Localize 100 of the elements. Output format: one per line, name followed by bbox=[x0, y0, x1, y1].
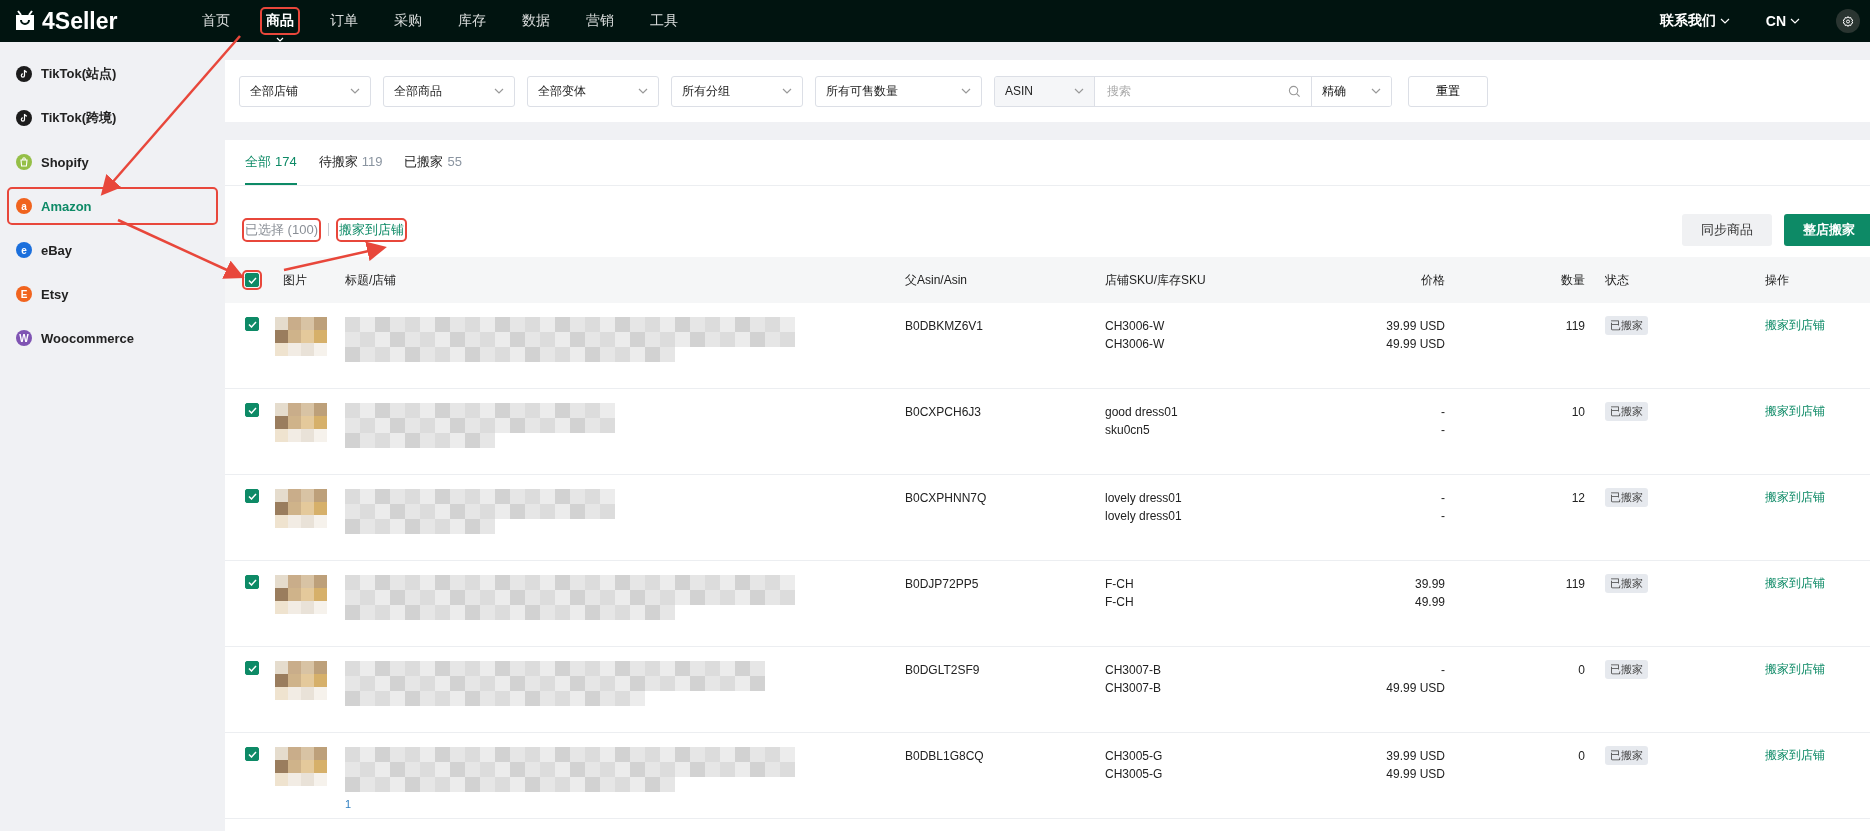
table-cell-text: 49.99 bbox=[1413, 594, 1445, 611]
language-menu[interactable]: CN bbox=[1765, 13, 1800, 29]
platform-label: Amazon bbox=[41, 198, 92, 214]
move-to-store-link[interactable]: 搬家到店铺 bbox=[1745, 575, 1870, 592]
table-cell-text: F-CH bbox=[1105, 576, 1135, 593]
brand-logo-icon: E bbox=[16, 286, 32, 302]
status-tag: 已搬家 bbox=[1605, 660, 1648, 679]
table-cell-text: CH3007-B bbox=[1105, 680, 1163, 697]
reset-button[interactable]: 重置 bbox=[1408, 75, 1488, 107]
status-tag: 已搬家 bbox=[1605, 316, 1648, 335]
table-cell-text: 119 bbox=[1564, 576, 1585, 593]
sidebar-item[interactable]: E Etsy bbox=[10, 278, 215, 310]
chevron-down-icon bbox=[1074, 88, 1084, 94]
move-to-store-link[interactable]: 搬家到店铺 bbox=[1745, 317, 1870, 334]
nav-menu-item[interactable]: 商品 bbox=[263, 10, 297, 32]
filter-select[interactable]: 全部商品 bbox=[383, 75, 515, 107]
table-cell-text: 0 bbox=[1577, 662, 1585, 679]
column-header: 价格 bbox=[1420, 271, 1445, 289]
table-cell-text: 39.99 USD bbox=[1385, 748, 1445, 765]
table-cell-text: B0DJP72PP5 bbox=[905, 576, 980, 593]
table-cell-text: lovely dress01 bbox=[1105, 508, 1183, 525]
nav-menu-item[interactable]: 数据 bbox=[519, 10, 553, 32]
column-header: 状态 bbox=[1604, 271, 1630, 289]
move-to-store-link[interactable]: 搬家到店铺 bbox=[338, 220, 404, 239]
table-cell-text: 0 bbox=[1577, 748, 1585, 765]
table-cell-text: 39.99 bbox=[1413, 576, 1445, 593]
settings-icon bbox=[1842, 14, 1854, 28]
move-to-store-link[interactable]: 搬家到店铺 bbox=[1745, 747, 1870, 764]
column-header: 标题/店铺 bbox=[345, 271, 398, 289]
sidebar-item[interactable]: W Woocommerce bbox=[10, 322, 215, 354]
filter-select[interactable]: 所有分组 bbox=[671, 75, 803, 107]
chevron-down-icon bbox=[1371, 88, 1381, 94]
sidebar-item[interactable]: a Amazon bbox=[10, 190, 215, 222]
nav-menu-item[interactable]: 工具 bbox=[647, 10, 681, 32]
chevron-down-icon bbox=[638, 88, 648, 94]
table-cell-text: B0DBL1G8CQ bbox=[905, 748, 985, 765]
table-cell-text: CH3005-G bbox=[1105, 766, 1164, 783]
table-cell-text: sku0cn5 bbox=[1105, 422, 1151, 439]
brand-logo-icon: a bbox=[16, 198, 32, 214]
sidebar-item[interactable]: Shopify bbox=[10, 146, 215, 178]
column-header: 操作 bbox=[1764, 271, 1790, 289]
caret-icon bbox=[276, 37, 284, 42]
row-checkbox[interactable] bbox=[245, 747, 259, 761]
secondary-button[interactable]: 同步商品 bbox=[1682, 213, 1772, 246]
chevron-down-icon bbox=[350, 88, 360, 94]
row-checkbox[interactable] bbox=[245, 317, 259, 331]
status-tag: 已搬家 bbox=[1605, 746, 1648, 765]
table-cell-text: 12 bbox=[1570, 490, 1585, 507]
table-cell-text: B0CXPHNN7Q bbox=[905, 490, 988, 507]
platform-label: eBay bbox=[41, 242, 73, 258]
move-to-store-link[interactable]: 搬家到店铺 bbox=[1745, 403, 1870, 420]
table-cell-text: - bbox=[1440, 422, 1445, 439]
column-header: 店铺SKU/库存SKU bbox=[1105, 271, 1207, 289]
filter-tab[interactable]: 待搬家 119 bbox=[318, 140, 383, 185]
chevron-down-icon bbox=[494, 88, 504, 94]
filter-tab[interactable]: 已搬家 55 bbox=[404, 140, 462, 185]
chevron-down-icon bbox=[1790, 18, 1800, 24]
select-all-checkbox[interactable] bbox=[245, 273, 259, 287]
row-checkbox[interactable] bbox=[245, 403, 259, 417]
table-cell-text: 10 bbox=[1570, 404, 1585, 421]
move-to-store-link[interactable]: 搬家到店铺 bbox=[1745, 661, 1870, 678]
status-tag: 已搬家 bbox=[1605, 574, 1648, 593]
table-cell-text: 119 bbox=[1564, 318, 1585, 335]
row-checkbox[interactable] bbox=[245, 575, 259, 589]
row-checkbox[interactable] bbox=[245, 489, 259, 503]
contact-us-menu[interactable]: 联系我们 bbox=[1659, 12, 1730, 30]
nav-menu-item[interactable]: 采购 bbox=[391, 10, 425, 32]
column-header: 父Asin/Asin bbox=[905, 271, 969, 289]
table-cell-text: CH3005-G bbox=[1105, 748, 1164, 765]
primary-button[interactable]: 整店搬家 bbox=[1784, 213, 1870, 246]
nav-menu-item[interactable]: 库存 bbox=[455, 10, 489, 32]
table-cell-text: - bbox=[1440, 508, 1445, 525]
sidebar-item[interactable]: TikTok(跨境) bbox=[10, 102, 215, 134]
search-type-select[interactable]: ASIN bbox=[995, 76, 1095, 106]
platform-label: Shopify bbox=[41, 154, 89, 170]
nav-menu-item[interactable]: 订单 bbox=[327, 10, 361, 32]
table-cell-text: - bbox=[1440, 490, 1445, 507]
chevron-down-icon bbox=[782, 88, 792, 94]
settings-button[interactable] bbox=[1836, 9, 1860, 33]
chevron-down-icon bbox=[961, 88, 971, 94]
platform-label: Woocommerce bbox=[41, 330, 134, 346]
tab-count: 119 bbox=[361, 154, 383, 169]
filter-select[interactable]: 全部变体 bbox=[527, 75, 659, 107]
match-mode-select[interactable]: 精确 bbox=[1311, 76, 1391, 106]
table-cell-text: 49.99 USD bbox=[1385, 680, 1445, 697]
table-cell-text: CH3006-W bbox=[1105, 336, 1166, 353]
shopping-bag-logo-icon bbox=[14, 10, 36, 32]
filter-select[interactable]: 全部店铺 bbox=[239, 75, 371, 107]
move-to-store-link[interactable]: 搬家到店铺 bbox=[1745, 489, 1870, 506]
row-checkbox[interactable] bbox=[245, 661, 259, 675]
sidebar-item[interactable]: e eBay bbox=[10, 234, 215, 266]
tab-count: 55 bbox=[447, 154, 462, 169]
filter-tab[interactable]: 全部 174 bbox=[245, 140, 297, 185]
table-cell-text: F-CH bbox=[1105, 594, 1135, 611]
platform-label: Etsy bbox=[41, 286, 69, 302]
sidebar-item[interactable]: TikTok(站点) bbox=[10, 58, 215, 90]
variant-count: 1 bbox=[345, 798, 353, 810]
nav-menu-item[interactable]: 营销 bbox=[583, 10, 617, 32]
nav-menu-item[interactable]: 首页 bbox=[199, 10, 233, 32]
filter-select[interactable]: 所有可售数量 bbox=[815, 75, 982, 107]
